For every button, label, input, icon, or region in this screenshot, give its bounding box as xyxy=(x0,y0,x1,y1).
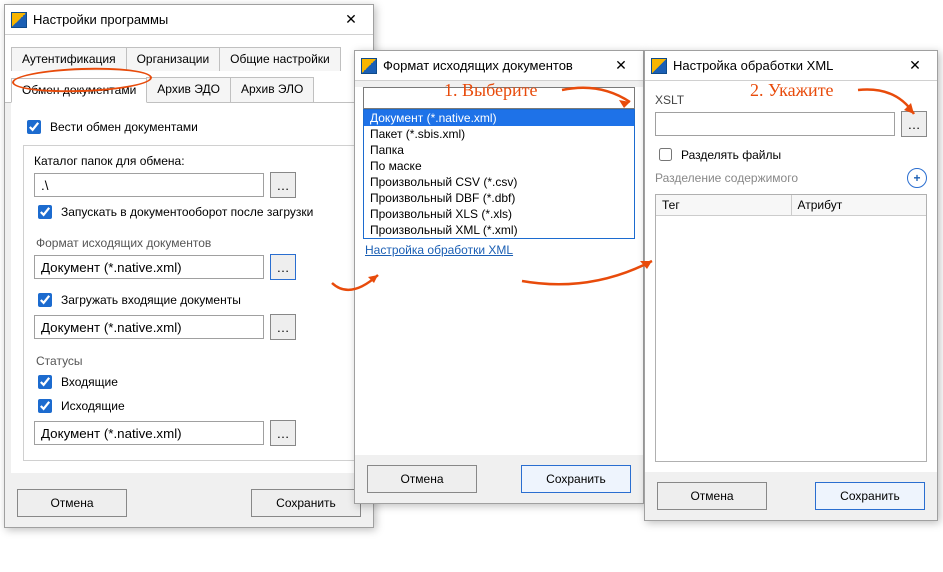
win2-cancel-button[interactable]: Отмена xyxy=(367,465,477,493)
close-icon[interactable]: ✕ xyxy=(335,8,367,32)
titlebar: Настройка обработки XML ✕ xyxy=(645,51,937,81)
window-title: Настройка обработки XML xyxy=(673,58,899,73)
catalog-input[interactable] xyxy=(34,173,264,197)
browse-catalog-button[interactable]: … xyxy=(270,172,296,198)
format-option[interactable]: Произвольный CSV (*.csv) xyxy=(364,174,634,190)
format-window: Формат исходящих документов ✕ Документ (… xyxy=(354,50,644,504)
autosend-label: Запускать в документооборот после загруз… xyxy=(61,205,313,219)
status-incoming-label: Входящие xyxy=(61,375,118,389)
out-format-label: Формат исходящих документов xyxy=(36,236,344,250)
tab-general[interactable]: Общие настройки xyxy=(219,47,341,71)
statuses-label: Статусы xyxy=(36,354,344,368)
catalog-label: Каталог папок для обмена: xyxy=(34,154,344,168)
table-header: Тег Атрибут xyxy=(656,195,926,216)
out-format-input[interactable] xyxy=(34,255,264,279)
tab-archive-elo[interactable]: Архив ЭЛО xyxy=(230,77,314,102)
format-option[interactable]: Пакет (*.sbis.xml) xyxy=(364,126,634,142)
enable-exchange-checkbox[interactable] xyxy=(27,120,41,134)
app-icon xyxy=(11,12,27,28)
split-table: Тег Атрибут xyxy=(655,194,927,462)
col-tag: Тег xyxy=(656,195,792,216)
settings-window: Настройки программы ✕ Аутентификация Орг… xyxy=(4,4,374,528)
exchange-group: Каталог папок для обмена: … Запускать в … xyxy=(23,145,355,461)
tab-auth[interactable]: Аутентификация xyxy=(11,47,127,71)
tabs-row-2: Обмен документами Архив ЭДО Архив ЭЛО xyxy=(5,71,373,103)
close-icon[interactable]: ✕ xyxy=(899,54,931,78)
add-row-button[interactable]: + xyxy=(907,168,927,188)
app-icon xyxy=(651,58,667,74)
xslt-browse-button[interactable]: … xyxy=(901,111,927,137)
titlebar: Настройки программы ✕ xyxy=(5,5,373,35)
xml-settings-window: Настройка обработки XML ✕ XSLT … Разделя… xyxy=(644,50,938,521)
xslt-label: XSLT xyxy=(655,93,927,107)
status-format-browse-button[interactable]: … xyxy=(270,420,296,446)
win3-save-button[interactable]: Сохранить xyxy=(815,482,925,510)
win2-save-button[interactable]: Сохранить xyxy=(521,465,631,493)
win1-bottom-bar: Отмена Сохранить xyxy=(5,479,373,527)
format-option[interactable]: Произвольный XLS (*.xls) xyxy=(364,206,634,222)
in-format-input[interactable] xyxy=(34,315,264,339)
tab-archive-edo[interactable]: Архив ЭДО xyxy=(146,77,231,102)
autosend-checkbox[interactable] xyxy=(38,205,52,219)
col-attr: Атрибут xyxy=(792,195,927,216)
status-format-input[interactable] xyxy=(34,421,264,445)
exchange-pane: Вести обмен документами Каталог папок дл… xyxy=(11,103,367,473)
win2-bottom-bar: Отмена Сохранить xyxy=(355,455,643,503)
window-title: Формат исходящих документов xyxy=(383,58,605,73)
split-files-label: Разделять файлы xyxy=(681,148,781,162)
format-dropdown-list: Документ (*.native.xml) Пакет (*.sbis.xm… xyxy=(363,109,635,239)
load-incoming-label: Загружать входящие документы xyxy=(61,293,241,307)
status-outgoing-checkbox[interactable] xyxy=(38,399,52,413)
tabs-row-1: Аутентификация Организации Общие настрой… xyxy=(5,41,373,72)
window-title: Настройки программы xyxy=(33,12,335,27)
format-dropdown[interactable] xyxy=(363,87,635,109)
out-format-browse-button[interactable]: … xyxy=(270,254,296,280)
win1-cancel-button[interactable]: Отмена xyxy=(17,489,127,517)
split-files-checkbox[interactable] xyxy=(659,148,672,161)
split-content-label: Разделение содержимого xyxy=(655,171,798,185)
load-incoming-checkbox[interactable] xyxy=(38,293,52,307)
win3-cancel-button[interactable]: Отмена xyxy=(657,482,767,510)
enable-exchange-row: Вести обмен документами xyxy=(23,117,355,137)
format-option[interactable]: Документ (*.native.xml) xyxy=(364,110,634,126)
win1-save-button[interactable]: Сохранить xyxy=(251,489,361,517)
status-incoming-checkbox[interactable] xyxy=(38,375,52,389)
app-icon xyxy=(361,58,377,74)
format-option[interactable]: Произвольный XML (*.xml) xyxy=(364,222,634,238)
load-incoming-row: Загружать входящие документы xyxy=(34,290,344,310)
format-option[interactable]: Произвольный DBF (*.dbf) xyxy=(364,190,634,206)
split-files-row: Разделять файлы xyxy=(655,145,927,164)
win3-bottom-bar: Отмена Сохранить xyxy=(645,472,937,520)
status-outgoing-label: Исходящие xyxy=(61,399,125,413)
xml-settings-link[interactable]: Настройка обработки XML xyxy=(365,243,513,257)
enable-exchange-label: Вести обмен документами xyxy=(50,120,198,134)
tab-exchange[interactable]: Обмен документами xyxy=(11,78,147,103)
close-icon[interactable]: ✕ xyxy=(605,54,637,78)
autosend-row: Запускать в документооборот после загруз… xyxy=(34,202,344,222)
tab-orgs[interactable]: Организации xyxy=(126,47,221,71)
titlebar: Формат исходящих документов ✕ xyxy=(355,51,643,81)
format-option[interactable]: По маске xyxy=(364,158,634,174)
in-format-browse-button[interactable]: … xyxy=(270,314,296,340)
xslt-input[interactable] xyxy=(655,112,895,136)
format-option[interactable]: Папка xyxy=(364,142,634,158)
status-outgoing-row: Исходящие xyxy=(34,396,344,416)
status-incoming-row: Входящие xyxy=(34,372,344,392)
